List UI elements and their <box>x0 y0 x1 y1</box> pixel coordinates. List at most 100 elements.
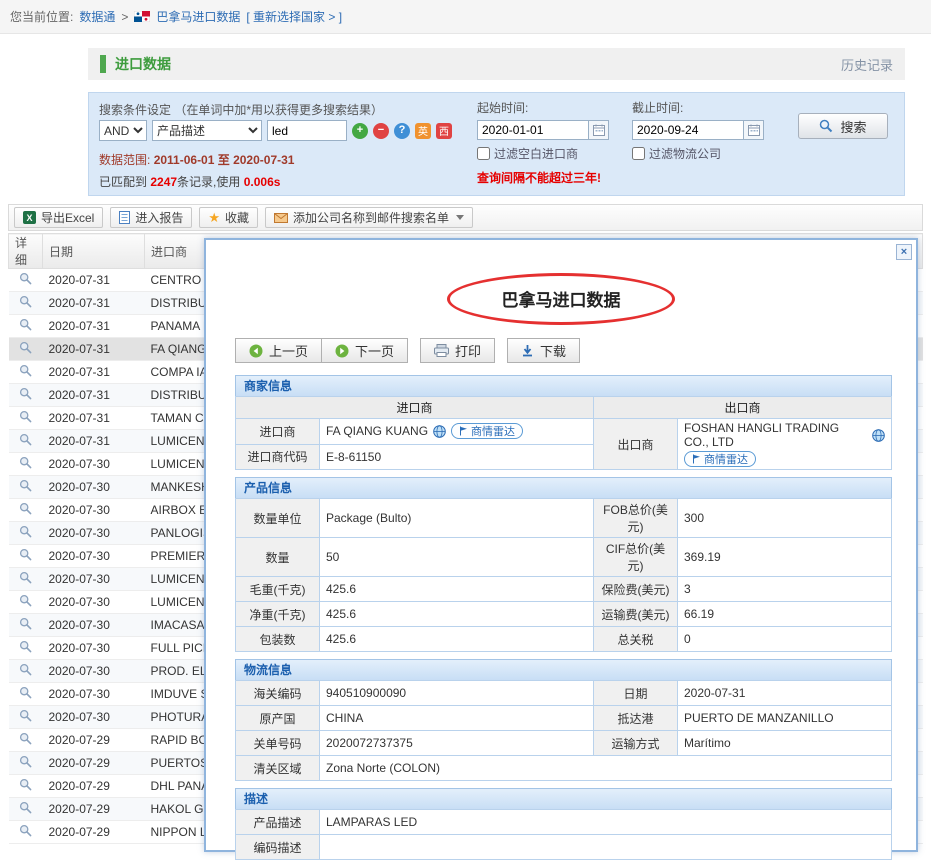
row-date: 2020-07-29 <box>43 821 145 844</box>
radar-badge[interactable]: 商情雷达 <box>451 423 523 439</box>
row-detail-magnifier-icon[interactable] <box>19 778 32 791</box>
row-detail-magnifier-icon[interactable] <box>19 525 32 538</box>
search-button-label: 搜索 <box>840 117 866 136</box>
modal-close-button[interactable]: × <box>896 244 912 260</box>
field-value: 66.19 <box>678 602 892 627</box>
search-icon <box>819 119 833 133</box>
row-detail-magnifier-icon[interactable] <box>19 571 32 584</box>
field-label: FOB总价(美元) <box>594 499 678 538</box>
logistics-section: 物流信息 海关编码940510900090日期2020-07-31原产国CHIN… <box>235 659 892 781</box>
row-detail-magnifier-icon[interactable] <box>19 824 32 837</box>
panama-flag-icon <box>134 11 150 22</box>
breadcrumb-site-link[interactable]: 数据通 <box>79 8 115 25</box>
detail-modal: × 巴拿马进口数据 上一页 下一页 打印 <box>204 238 918 852</box>
breadcrumb-separator: > <box>121 10 128 24</box>
radar-badge[interactable]: 商情雷达 <box>684 451 756 467</box>
field-label: 净重(千克) <box>236 602 320 627</box>
flag-icon <box>692 454 701 464</box>
importer-code-label: 进口商代码 <box>236 444 320 470</box>
row-date: 2020-07-30 <box>43 591 145 614</box>
export-excel-button[interactable]: X 导出Excel <box>14 207 103 228</box>
row-detail-magnifier-icon[interactable] <box>19 364 32 377</box>
next-page-button[interactable]: 下一页 <box>321 338 408 363</box>
keyword-input[interactable] <box>267 120 347 141</box>
row-detail-magnifier-icon[interactable] <box>19 456 32 469</box>
row-detail-magnifier-icon[interactable] <box>19 295 32 308</box>
reselect-country-link[interactable]: [ 重新选择国家 > ] <box>246 8 342 25</box>
enter-report-button[interactable]: 进入报告 <box>110 207 192 228</box>
end-date-group: 截止时间: <box>632 99 764 140</box>
logic-select[interactable]: AND <box>99 120 147 141</box>
filter-logistics-checkbox[interactable] <box>632 147 645 160</box>
row-detail-magnifier-icon[interactable] <box>19 272 32 285</box>
help-icon[interactable]: ? <box>394 123 410 139</box>
download-icon <box>521 344 534 357</box>
field-value: Package (Bulto) <box>320 499 594 538</box>
field-value: 2020072737375 <box>320 731 594 756</box>
end-calendar-icon[interactable] <box>744 120 764 140</box>
exporter-label: 出口商 <box>594 419 678 470</box>
row-detail-magnifier-icon[interactable] <box>19 341 32 354</box>
row-detail-magnifier-icon[interactable] <box>19 479 32 492</box>
end-date-input[interactable] <box>632 120 744 140</box>
field-value: 369.19 <box>678 538 892 577</box>
row-detail-magnifier-icon[interactable] <box>19 732 32 745</box>
row-detail-magnifier-icon[interactable] <box>19 318 32 331</box>
history-link[interactable]: 历史记录 <box>841 55 893 74</box>
lang-en-button[interactable]: 英 <box>415 123 431 139</box>
add-to-email-button[interactable]: 添加公司名称到邮件搜索名单 <box>265 207 473 228</box>
row-detail-magnifier-icon[interactable] <box>19 502 32 515</box>
results-toolbar: X 导出Excel 进入报告 ★ 收藏 添加公司名称到邮件搜索名单 <box>8 204 923 231</box>
breadcrumb-page-link[interactable]: 巴拿马进口数据 <box>156 8 240 25</box>
merchant-row: 进口商 FA QIANG KUANG 商情雷达 <box>236 419 892 445</box>
start-calendar-icon[interactable] <box>589 120 609 140</box>
row-date: 2020-07-30 <box>43 545 145 568</box>
row-date: 2020-07-30 <box>43 453 145 476</box>
detail-row: 毛重(千克)425.6保险费(美元)3 <box>236 577 892 602</box>
row-detail-magnifier-icon[interactable] <box>19 686 32 699</box>
report-icon <box>119 211 130 224</box>
product-table: 数量单位Package (Bulto)FOB总价(美元)300数量50CIF总价… <box>235 498 892 652</box>
section-title-row: 进口数据 历史记录 <box>88 48 905 80</box>
field-label: 产品描述 <box>236 810 320 835</box>
prev-page-button[interactable]: 上一页 <box>235 338 322 363</box>
search-conditions-title: 搜索条件设定 （在单词中加*用以获得更多搜索结果） <box>99 101 383 118</box>
lang-es-button[interactable]: 西 <box>436 123 452 139</box>
merchant-group-header-row: 进口商 出口商 <box>236 397 892 419</box>
row-detail-magnifier-icon[interactable] <box>19 387 32 400</box>
filter-blank-importer-checkbox[interactable] <box>477 147 490 160</box>
enter-report-label: 进入报告 <box>135 209 183 226</box>
remove-condition-icon[interactable]: − <box>373 123 389 139</box>
flag-icon <box>459 426 468 436</box>
logistics-body: 海关编码940510900090日期2020-07-31原产国CHINA抵达港P… <box>236 681 892 781</box>
download-button[interactable]: 下载 <box>507 338 580 363</box>
field-value: 425.6 <box>320 602 594 627</box>
detail-row: 净重(千克)425.6运输费(美元)66.19 <box>236 602 892 627</box>
row-detail-magnifier-icon[interactable] <box>19 548 32 561</box>
print-button[interactable]: 打印 <box>420 338 495 363</box>
row-detail-magnifier-icon[interactable] <box>19 433 32 446</box>
row-detail-magnifier-icon[interactable] <box>19 410 32 423</box>
filter-logistics: 过滤物流公司 <box>632 145 721 162</box>
add-condition-icon[interactable]: + <box>352 123 368 139</box>
row-detail-magnifier-icon[interactable] <box>19 617 32 630</box>
row-detail-magnifier-icon[interactable] <box>19 594 32 607</box>
importer-code-value: E-8-61150 <box>320 444 594 470</box>
search-button[interactable]: 搜索 <box>798 113 888 139</box>
search-field-select[interactable]: 产品描述 <box>152 120 262 141</box>
field-value: 300 <box>678 499 892 538</box>
start-date-input[interactable] <box>477 120 589 140</box>
row-detail-magnifier-icon[interactable] <box>19 640 32 653</box>
row-detail-magnifier-icon[interactable] <box>19 709 32 722</box>
globe-icon[interactable] <box>872 429 885 442</box>
product-body: 数量单位Package (Bulto)FOB总价(美元)300数量50CIF总价… <box>236 499 892 652</box>
detail-row: 编码描述 <box>236 835 892 860</box>
favorite-button[interactable]: ★ 收藏 <box>199 207 258 228</box>
row-date: 2020-07-31 <box>43 361 145 384</box>
globe-icon[interactable] <box>433 425 446 438</box>
row-detail-magnifier-icon[interactable] <box>19 663 32 676</box>
envelope-icon <box>274 213 288 223</box>
field-label: 编码描述 <box>236 835 320 860</box>
row-detail-magnifier-icon[interactable] <box>19 755 32 768</box>
row-detail-magnifier-icon[interactable] <box>19 801 32 814</box>
